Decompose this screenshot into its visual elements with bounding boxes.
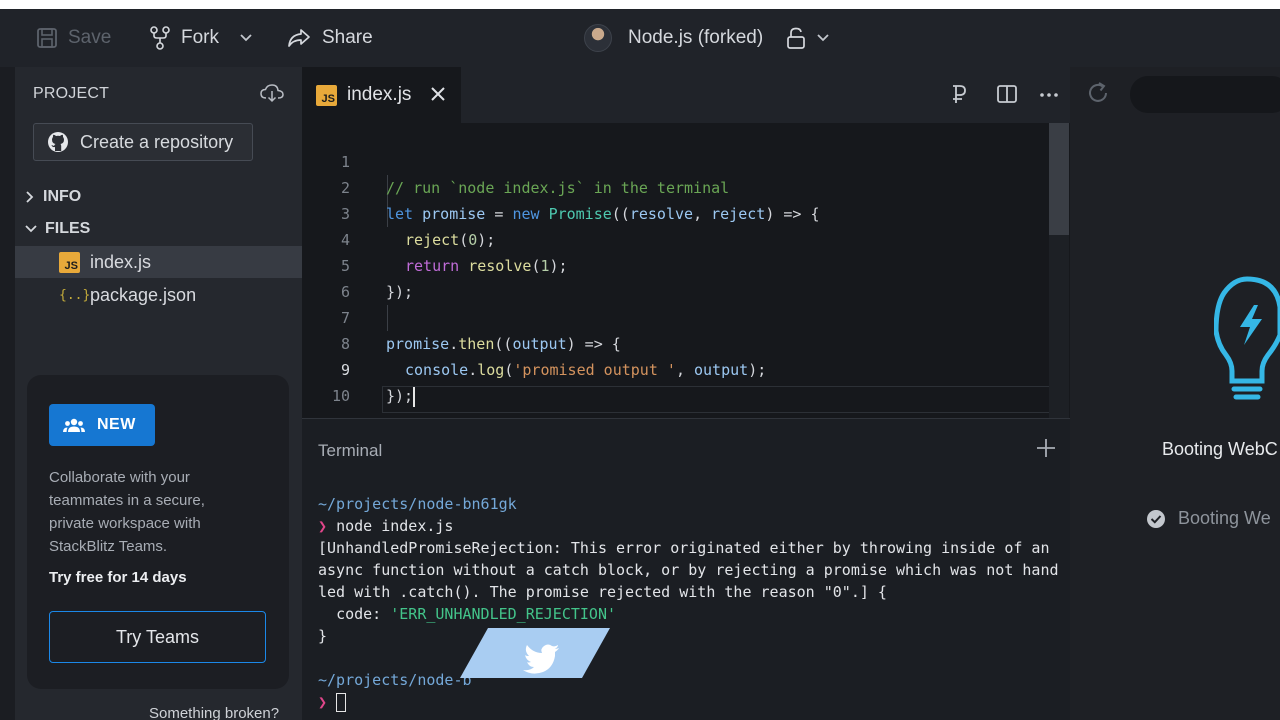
scrollbar-thumb[interactable] bbox=[1049, 123, 1069, 235]
editor-scrollbar[interactable] bbox=[1049, 123, 1069, 418]
info-section-label: INFO bbox=[43, 188, 82, 205]
fork-options-dropdown[interactable] bbox=[239, 23, 253, 53]
terminal-cursor bbox=[336, 693, 347, 712]
terminal-panel: Terminal ~/projects/node-bn61gk ❯ node i… bbox=[302, 418, 1070, 720]
add-terminal-icon[interactable] bbox=[1036, 438, 1056, 458]
text-caret bbox=[413, 386, 416, 407]
more-options-icon[interactable] bbox=[1038, 83, 1060, 105]
code-line: 3 reject(0); bbox=[340, 205, 496, 249]
teams-promo-card: NEW Collaborate with your teammates in a… bbox=[27, 375, 289, 689]
editor-tabs-bar: JS index.js bbox=[302, 67, 1128, 123]
format-code-icon[interactable] bbox=[950, 83, 970, 105]
new-badge-label: NEW bbox=[97, 416, 136, 433]
save-button[interactable]: Save bbox=[36, 23, 111, 53]
fork-icon bbox=[150, 26, 170, 50]
save-label: Save bbox=[68, 27, 112, 48]
split-editor-icon[interactable] bbox=[996, 83, 1018, 105]
file-item-package-json[interactable]: {..} package.json bbox=[15, 279, 302, 311]
terminal-command-line: ❯ node index.js bbox=[318, 517, 454, 535]
create-repository-button[interactable]: Create a repository bbox=[33, 123, 253, 161]
close-icon[interactable] bbox=[429, 85, 447, 103]
visibility-dropdown[interactable] bbox=[786, 23, 830, 53]
cloud-download-icon bbox=[260, 84, 284, 103]
something-broken-link[interactable]: Something broken? bbox=[149, 705, 279, 720]
project-title[interactable]: Node.js (forked) bbox=[584, 23, 763, 53]
terminal-prompt: ❯ bbox=[318, 691, 1063, 713]
code-line: 1 // run `node index.js` in the terminal bbox=[340, 153, 730, 197]
twitter-icon bbox=[460, 628, 610, 678]
code-line: 10 bbox=[331, 387, 350, 405]
terminal-error-code: code: 'ERR_UNHANDLED_REJECTION' bbox=[318, 605, 617, 623]
sidebar-header: PROJECT bbox=[33, 85, 110, 102]
lightbulb-icon bbox=[1214, 276, 1280, 400]
booting-step: Booting We bbox=[1146, 508, 1271, 529]
chevron-down-icon bbox=[817, 34, 829, 42]
unlocked-icon bbox=[787, 27, 805, 49]
files-section-label: FILES bbox=[45, 220, 91, 237]
reload-icon[interactable] bbox=[1085, 80, 1111, 106]
preview-url-bar[interactable] bbox=[1130, 76, 1280, 113]
current-line-highlight bbox=[382, 386, 1066, 413]
sidebar-section-info[interactable]: INFO bbox=[15, 182, 302, 212]
top-toolbar: Save Fork Share Node.js (forked) bbox=[0, 9, 1280, 67]
preview-panel: Booting WebC Booting We bbox=[1070, 67, 1280, 720]
share-button[interactable]: Share bbox=[287, 23, 373, 53]
promo-trial-text: Try free for 14 days bbox=[49, 569, 187, 586]
new-badge: NEW bbox=[49, 404, 155, 446]
code-line: 6 bbox=[340, 283, 350, 301]
code-area[interactable]: 1 // run `node index.js` in the terminal… bbox=[302, 123, 1070, 418]
file-name: package.json bbox=[90, 284, 197, 305]
terminal-close-brace: } bbox=[318, 627, 328, 645]
share-icon bbox=[288, 29, 310, 47]
file-name: index.js bbox=[90, 251, 152, 272]
code-editor: JS index.js 1 // run `node index.js` in … bbox=[302, 67, 1128, 418]
project-sidebar: PROJECT Create a repository INFO FILES J… bbox=[15, 67, 302, 720]
tab-index-js[interactable]: JS index.js bbox=[302, 67, 461, 123]
promo-description: Collaborate with your teammates in a sec… bbox=[49, 469, 205, 555]
code-line: 4 return resolve(1); bbox=[340, 231, 568, 275]
js-file-icon: JS bbox=[59, 251, 80, 273]
download-project-button[interactable] bbox=[260, 83, 284, 108]
try-teams-button[interactable]: Try Teams bbox=[49, 611, 266, 663]
tab-label: index.js bbox=[347, 84, 412, 105]
terminal-error-text: [UnhandledPromiseRejection: This error o… bbox=[318, 539, 1059, 601]
terminal-path: ~/projects/node-b bbox=[318, 671, 472, 689]
fork-label: Fork bbox=[181, 27, 219, 48]
code-line: 2 let promise = new Promise((resolve, re… bbox=[340, 179, 820, 223]
code-line: 5 }); bbox=[340, 257, 414, 301]
terminal-output[interactable]: ~/projects/node-bn61gk ❯ node index.js [… bbox=[318, 493, 1063, 713]
chevron-right-icon bbox=[26, 191, 34, 203]
json-file-icon: {..} bbox=[59, 287, 91, 303]
avatar bbox=[584, 24, 612, 52]
chevron-down-icon bbox=[25, 225, 37, 233]
check-circle-icon bbox=[1147, 509, 1165, 528]
stackblitz-app: Save Fork Share Node.js (forked) PROJECT… bbox=[0, 9, 1280, 720]
booting-step-label: Booting We bbox=[1178, 508, 1271, 528]
team-icon bbox=[63, 418, 85, 432]
code-line: 8 console.log('promised output ', output… bbox=[340, 335, 767, 379]
sidebar-section-files[interactable]: FILES bbox=[15, 214, 302, 244]
js-file-icon: JS bbox=[316, 84, 337, 106]
chevron-down-icon bbox=[240, 34, 252, 42]
terminal-title: Terminal bbox=[318, 441, 383, 460]
booting-title: Booting WebC bbox=[1162, 439, 1278, 459]
file-item-index-js[interactable]: JS index.js bbox=[15, 246, 302, 278]
share-label: Share bbox=[322, 27, 373, 48]
github-icon bbox=[48, 132, 68, 152]
project-title-text: Node.js (forked) bbox=[628, 27, 764, 48]
create-repository-label: Create a repository bbox=[80, 131, 234, 152]
code-line: 7 promise.then((output) => { bbox=[340, 309, 621, 353]
save-icon bbox=[37, 28, 57, 48]
terminal-path: ~/projects/node-bn61gk bbox=[318, 495, 517, 513]
code-line: 9 }); bbox=[340, 361, 416, 407]
fork-button[interactable]: Fork bbox=[149, 23, 219, 53]
